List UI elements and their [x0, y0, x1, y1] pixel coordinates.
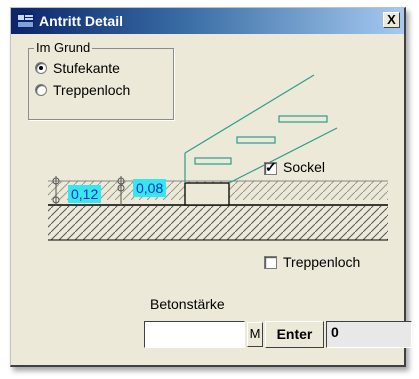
treppenloch-checkbox[interactable]	[264, 256, 277, 269]
right-dimension-value[interactable]: 0,08	[133, 179, 167, 197]
left-dimension-value[interactable]: 0,12	[68, 185, 102, 203]
treppenloch-label: Treppenloch	[283, 254, 361, 270]
m-button[interactable]: M	[247, 322, 263, 347]
enter-button[interactable]: Enter	[265, 321, 324, 348]
concrete-hatch	[48, 206, 388, 240]
stair-outline-upper	[184, 74, 315, 154]
result-field: 0	[326, 321, 412, 348]
betonstaerke-input[interactable]	[144, 321, 245, 348]
dialog-window: Antritt Detail X Im Grund Stufekante Tre…	[10, 7, 412, 367]
step-block	[184, 182, 230, 206]
betonstaerke-label: Betonstärke	[150, 296, 225, 312]
sockel-label: Sockel	[283, 159, 326, 175]
sockel-checkbox[interactable]: ✓	[264, 159, 277, 175]
check-icon: ✓	[265, 159, 277, 175]
